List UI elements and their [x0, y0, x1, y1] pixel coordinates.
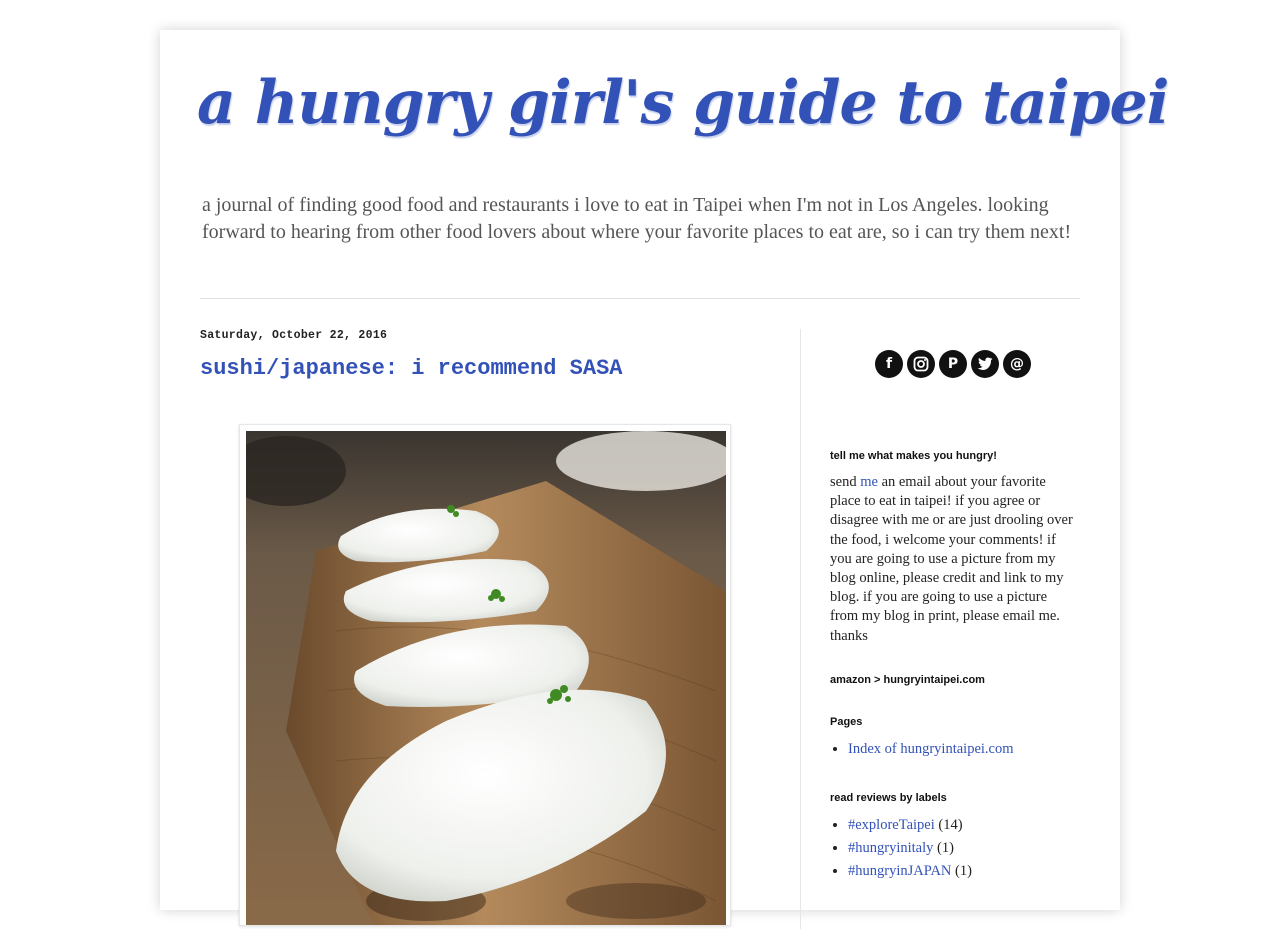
- label-link[interactable]: #hungryinJAPAN: [848, 863, 951, 879]
- instagram-glyph: [913, 356, 929, 372]
- pinterest-icon[interactable]: P: [939, 350, 967, 378]
- list-item: #exploreTaipei (14): [848, 814, 972, 837]
- blog-page: a hungry girl's guide to taipei a journa…: [160, 30, 1169, 929]
- social-icons: f P @: [875, 350, 1031, 378]
- email-me-link[interactable]: me: [860, 474, 878, 490]
- hungry-text-after: an email about your favorite place to ea…: [830, 474, 1073, 644]
- list-item: Index of hungryintaipei.com: [848, 738, 1014, 761]
- label-count: (1): [937, 840, 954, 856]
- pages-item-index-link[interactable]: Index of hungryintaipei.com: [848, 741, 1014, 757]
- list-item: #hungryinitaly (1): [848, 837, 972, 860]
- hungry-widget-title: tell me what makes you hungry!: [830, 450, 997, 462]
- header-divider: [200, 298, 1080, 299]
- sushi-photo[interactable]: [246, 431, 726, 926]
- label-count: (14): [938, 817, 963, 833]
- labels-widget-title: read reviews by labels: [830, 792, 947, 804]
- email-icon[interactable]: @: [1003, 350, 1031, 378]
- hungry-text-before: send: [830, 474, 861, 490]
- blog-description: a journal of finding good food and resta…: [202, 194, 1072, 243]
- hungry-widget-text: send me an email about your favorite pla…: [830, 473, 1075, 646]
- amazon-widget-title[interactable]: amazon > hungryintaipei.com: [830, 674, 985, 686]
- post-title-link[interactable]: sushi/japanese: i recommend SASA: [200, 356, 622, 381]
- blog-title[interactable]: a hungry girl's guide to taipei: [197, 68, 1169, 138]
- facebook-glyph: f: [885, 356, 893, 372]
- post-date: Saturday, October 22, 2016: [200, 329, 388, 342]
- email-glyph: @: [1010, 356, 1024, 372]
- label-link[interactable]: #exploreTaipei: [848, 817, 935, 833]
- pages-widget-title: Pages: [830, 716, 863, 728]
- pinterest-glyph: P: [947, 356, 959, 372]
- label-count: (1): [955, 863, 972, 879]
- labels-list: #exploreTaipei (14) #hungryinitaly (1) #…: [830, 814, 972, 883]
- sidebar-divider: [800, 329, 801, 929]
- instagram-icon[interactable]: [907, 350, 935, 378]
- twitter-icon[interactable]: [971, 350, 999, 378]
- post-photo-frame: [239, 424, 731, 926]
- pages-list: Index of hungryintaipei.com: [830, 738, 1014, 761]
- twitter-glyph: [977, 357, 993, 370]
- label-link[interactable]: #hungryinitaly: [848, 840, 933, 856]
- facebook-icon[interactable]: f: [875, 350, 903, 378]
